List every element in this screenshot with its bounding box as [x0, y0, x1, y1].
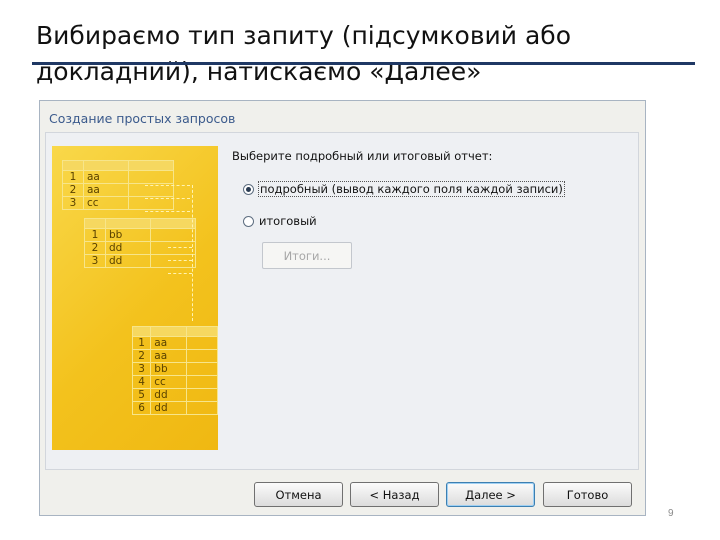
cancel-button[interactable]: Отмена — [254, 482, 343, 507]
dashed-connector — [145, 211, 190, 212]
title-underline — [32, 62, 695, 65]
illustration-empty-cell — [186, 336, 218, 350]
illustration-table-row: 6 dd — [131, 401, 218, 415]
illustration-table-row: 1 bb — [84, 228, 196, 242]
illustration-empty-cell — [150, 254, 196, 268]
illustration-table-row: 1 aa — [62, 170, 174, 184]
illustration-empty-cell — [186, 388, 218, 402]
dashed-connector — [168, 247, 192, 248]
illustration-header-cell — [150, 218, 196, 229]
back-button[interactable]: < Назад — [350, 482, 439, 507]
illustration-header-cell — [128, 160, 174, 171]
illustration-row-number: 5 — [131, 388, 152, 402]
simple-query-wizard-dialog: Создание простых запросов 1 aa 2 aa 3 cc 1 bb 2… — [39, 100, 646, 516]
illustration-header-cell — [150, 326, 188, 337]
next-button[interactable]: Далее > — [446, 482, 535, 507]
illustration-table-row: 1 aa — [131, 336, 218, 350]
illustration-table-row: 5 dd — [131, 388, 218, 402]
illustration-empty-cell — [128, 170, 174, 184]
illustration-table-row: 2 dd — [84, 241, 196, 255]
dashed-connector — [168, 260, 192, 261]
illustration-empty-cell — [186, 401, 218, 415]
illustration-cell-value: cc — [150, 375, 188, 389]
illustration-cell-value: cc — [83, 196, 129, 210]
illustration-empty-cell — [186, 375, 218, 389]
illustration-header-cell — [186, 326, 218, 337]
illustration-row-number: 3 — [131, 362, 152, 376]
illustration-cell-value: dd — [105, 241, 151, 255]
illustration-row-number: 1 — [62, 170, 84, 184]
illustration-row-number: 2 — [131, 349, 152, 363]
dashed-connector — [192, 185, 193, 321]
illustration-cell-value: aa — [150, 349, 188, 363]
illustration-cell-value: dd — [150, 401, 188, 415]
illustration-row-number: 4 — [131, 375, 152, 389]
summary-option[interactable]: итоговый — [243, 214, 318, 228]
illustration-cell-value: aa — [83, 183, 129, 197]
illustration-empty-cell — [150, 241, 196, 255]
illustration-header-cell — [131, 326, 152, 337]
dashed-connector — [168, 273, 192, 274]
summary-options-button[interactable]: Итоги... — [262, 242, 352, 269]
illustration-row-number: 2 — [62, 183, 84, 197]
illustration-row-number: 3 — [62, 196, 84, 210]
illustration-header-cell — [105, 218, 151, 229]
detail-radio[interactable] — [243, 183, 254, 195]
illustration-empty-cell — [150, 228, 196, 242]
wizard-illustration: 1 aa 2 aa 3 cc 1 bb 2 dd 3 dd 1 aa 2 aa 3 bb 4 cc 5 dd 6 dd — [52, 146, 218, 450]
detail-option-label[interactable]: подробный (вывод каждого поля каждой зап… — [258, 181, 565, 197]
illustration-table-header — [62, 160, 174, 171]
illustration-cell-value: bb — [150, 362, 188, 376]
detail-option[interactable]: подробный (вывод каждого поля каждой зап… — [243, 181, 565, 197]
illustration-cell-value: dd — [150, 388, 188, 402]
illustration-cell-value: aa — [150, 336, 188, 350]
dashed-connector — [145, 185, 190, 186]
illustration-row-number: 2 — [84, 241, 106, 255]
illustration-table-header — [84, 218, 196, 229]
illustration-header-cell — [62, 160, 84, 171]
summary-option-label[interactable]: итоговый — [258, 214, 318, 228]
illustration-table-row: 3 bb — [131, 362, 218, 376]
illustration-table-row: 4 cc — [131, 375, 218, 389]
illustration-header-cell — [83, 160, 129, 171]
illustration-empty-cell — [186, 349, 218, 363]
illustration-row-number: 6 — [131, 401, 152, 415]
illustration-table-3: 1 aa 2 aa 3 bb 4 cc 5 dd 6 dd — [131, 326, 218, 415]
report-type-prompt: Выберите подробный или итоговый отчет: — [232, 149, 493, 163]
illustration-cell-value: dd — [105, 254, 151, 268]
illustration-empty-cell — [186, 362, 218, 376]
dialog-title: Создание простых запросов — [49, 111, 236, 126]
illustration-row-number: 1 — [131, 336, 152, 350]
illustration-cell-value: bb — [105, 228, 151, 242]
illustration-table-row: 3 dd — [84, 254, 196, 268]
illustration-table-header — [131, 326, 218, 337]
illustration-row-number: 1 — [84, 228, 106, 242]
slide-title: Вибираємо тип запиту (підсумковий або до… — [36, 21, 572, 86]
finish-button[interactable]: Готово — [543, 482, 632, 507]
summary-radio[interactable] — [243, 215, 254, 227]
illustration-row-number: 3 — [84, 254, 106, 268]
page-number: 9 — [668, 508, 674, 519]
dashed-connector — [145, 198, 190, 199]
illustration-table-row: 2 aa — [131, 349, 218, 363]
illustration-header-cell — [84, 218, 106, 229]
illustration-cell-value: aa — [83, 170, 129, 184]
